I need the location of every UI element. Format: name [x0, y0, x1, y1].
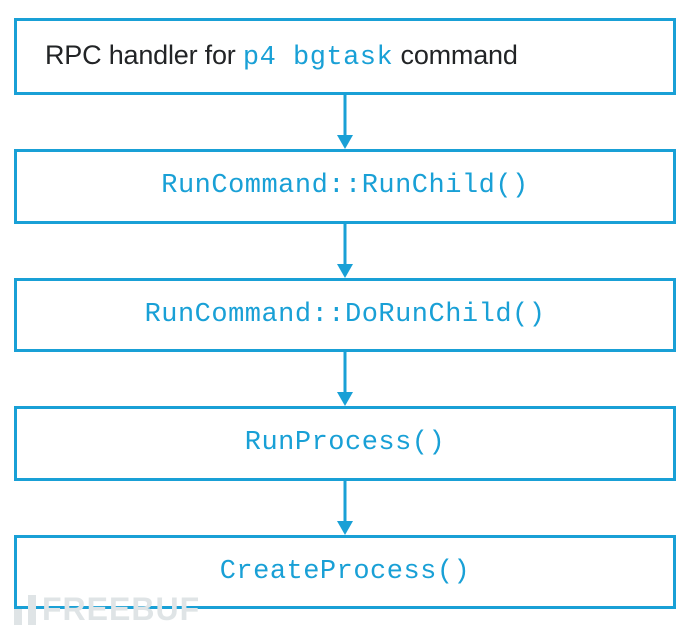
- arrow-icon: [335, 95, 355, 149]
- node-code: RunCommand::DoRunChild(): [145, 300, 546, 330]
- node-text-prefix: RPC handler for: [45, 40, 243, 70]
- node-code: CreateProcess(): [220, 557, 471, 587]
- node-text-suffix: command: [393, 40, 517, 70]
- node-code: RunCommand::RunChild(): [161, 171, 528, 201]
- watermark-text: FREEBUF: [42, 591, 200, 628]
- watermark-bars-icon: [14, 595, 36, 625]
- arrow-icon: [335, 352, 355, 406]
- node-code: p4 bgtask: [243, 43, 393, 73]
- node-code: RunProcess(): [245, 428, 445, 458]
- node-rpc-handler: RPC handler for p4 bgtask command: [14, 18, 676, 95]
- call-flow-diagram: RPC handler for p4 bgtask command RunCom…: [14, 18, 676, 609]
- node-run-process: RunProcess(): [14, 406, 676, 480]
- arrow-icon: [335, 481, 355, 535]
- arrow-icon: [335, 224, 355, 278]
- node-run-child: RunCommand::RunChild(): [14, 149, 676, 223]
- watermark: FREEBUF: [14, 591, 200, 628]
- node-do-run-child: RunCommand::DoRunChild(): [14, 278, 676, 352]
